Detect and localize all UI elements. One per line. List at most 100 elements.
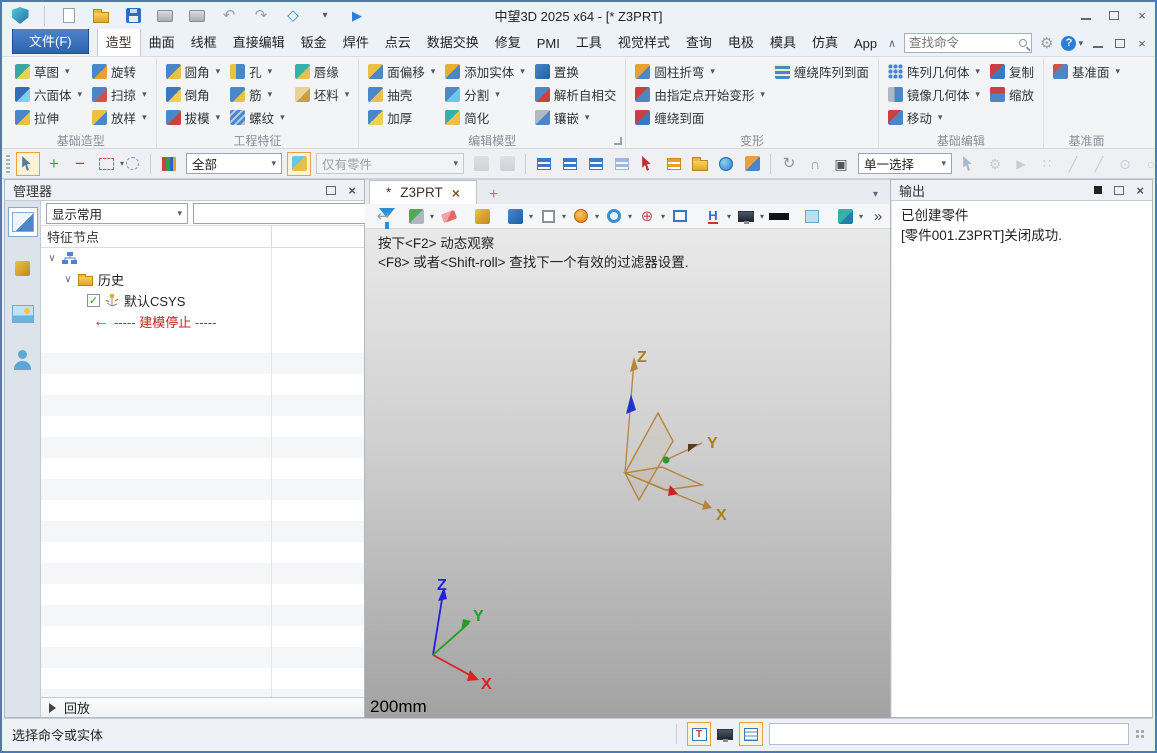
expander-icon[interactable]: ∨ bbox=[63, 274, 73, 285]
ribbon-button[interactable]: 移动 ▾ bbox=[885, 108, 983, 127]
doc-restore-button[interactable] bbox=[1113, 36, 1127, 51]
restore-button[interactable] bbox=[1107, 8, 1121, 23]
collapse-ribbon-icon[interactable]: ∧ bbox=[888, 37, 896, 50]
toolbar-button[interactable]: ∩ bbox=[803, 152, 827, 176]
ribbon-button[interactable]: 缠绕到面 bbox=[632, 108, 768, 127]
viewport-tool-button[interactable]: ▾ bbox=[503, 204, 533, 228]
ribbon-button[interactable]: 解析自相交 bbox=[532, 85, 620, 104]
qat-button[interactable] bbox=[57, 4, 81, 28]
menu-tab[interactable]: 线框 bbox=[183, 27, 225, 56]
ribbon-button[interactable]: 倒角 bbox=[163, 85, 224, 104]
toolbar-button[interactable] bbox=[469, 152, 493, 176]
ribbon-button[interactable]: 缩放 bbox=[987, 85, 1037, 104]
toolbar-button[interactable] bbox=[495, 152, 519, 176]
ribbon-button[interactable]: 加厚 bbox=[365, 108, 438, 127]
menu-tab[interactable]: 钣金 bbox=[293, 27, 335, 56]
manager-strip-button[interactable] bbox=[8, 253, 38, 283]
menu-tab[interactable]: 曲面 bbox=[141, 27, 183, 56]
panel-close-icon[interactable]: × bbox=[1136, 183, 1144, 198]
toolbar-button[interactable]: ∷ bbox=[1035, 152, 1059, 176]
dropdown-arrow-icon[interactable]: ▾ bbox=[585, 112, 590, 123]
dropdown-arrow-icon[interactable]: ▾ bbox=[345, 89, 350, 100]
ribbon-button[interactable]: 圆柱折弯 ▾ bbox=[632, 62, 768, 81]
tree-node-modeling-stop[interactable]: ← ----- 建模停止 ----- bbox=[41, 311, 364, 332]
toolbar-button[interactable]: ╱ bbox=[1061, 152, 1085, 176]
panel-close-icon[interactable]: × bbox=[348, 183, 356, 198]
dropdown-arrow-icon[interactable]: ▾ bbox=[216, 112, 221, 123]
dropdown-arrow-icon[interactable]: ▾ bbox=[760, 89, 765, 100]
separator[interactable] bbox=[44, 5, 45, 26]
ribbon-button[interactable]: 复制 bbox=[987, 62, 1037, 81]
dropdown-arrow-icon[interactable]: ▾ bbox=[142, 89, 147, 100]
ribbon-button[interactable]: 镜像几何体 ▾ bbox=[885, 85, 983, 104]
ribbon-button[interactable]: 由指定点开始变形 ▾ bbox=[632, 85, 768, 104]
status-tool-button[interactable] bbox=[713, 722, 737, 746]
toolbar-button[interactable]: ╱ bbox=[1087, 152, 1111, 176]
viewport-tool-button[interactable] bbox=[800, 204, 824, 228]
toolbar-button[interactable]: − bbox=[68, 152, 92, 176]
dropdown-arrow-icon[interactable]: ▾ bbox=[495, 89, 500, 100]
menu-tab[interactable]: 查询 bbox=[678, 27, 720, 56]
viewport-tool-button[interactable]: » bbox=[866, 204, 890, 228]
viewport-tool-button[interactable]: ↩ bbox=[371, 204, 395, 228]
help-button[interactable]: ? ▾ bbox=[1061, 35, 1083, 51]
ribbon-button[interactable]: 面偏移 ▾ bbox=[365, 62, 438, 81]
tab-close-icon[interactable]: × bbox=[452, 185, 460, 201]
toolbar-button[interactable] bbox=[120, 152, 144, 176]
dropdown-arrow-icon[interactable]: ▾ bbox=[268, 89, 273, 100]
ribbon-button[interactable]: 拉伸 bbox=[12, 108, 85, 127]
panel-restore-icon[interactable] bbox=[326, 185, 337, 195]
playback-section[interactable]: 回放 bbox=[41, 697, 364, 717]
qat-button[interactable] bbox=[8, 4, 32, 28]
qat-button[interactable] bbox=[121, 4, 145, 28]
toolbar-button[interactable]: ○ bbox=[1139, 152, 1157, 176]
manager-strip-button[interactable] bbox=[8, 299, 38, 329]
viewport-tool-button[interactable]: ⊕ ▾ bbox=[635, 204, 665, 228]
qat-button[interactable]: ↶ bbox=[217, 4, 241, 28]
menu-tab[interactable]: 视觉样式 bbox=[610, 27, 678, 56]
ribbon-button[interactable]: 扫掠 ▾ bbox=[89, 85, 150, 104]
filter-type-select[interactable]: 全部 ▾ bbox=[186, 153, 282, 174]
ribbon-button[interactable]: 阵列几何体 ▾ bbox=[885, 62, 983, 81]
dropdown-arrow-icon[interactable]: ▾ bbox=[142, 112, 147, 123]
viewport-tool-button[interactable] bbox=[437, 204, 461, 228]
ribbon-button[interactable]: 旋转 bbox=[89, 62, 150, 81]
manager-strip-button[interactable] bbox=[8, 345, 38, 375]
qat-button[interactable] bbox=[89, 4, 113, 28]
ribbon-button[interactable]: 螺纹 ▾ bbox=[227, 108, 288, 127]
ribbon-button[interactable]: 缠绕阵列到面 bbox=[772, 62, 872, 81]
viewport-tool-button[interactable] bbox=[767, 204, 791, 228]
menu-tab[interactable]: 数据交换 bbox=[419, 27, 487, 56]
entity-filter-select[interactable]: 仅有零件 ▾ bbox=[316, 153, 464, 174]
dropdown-arrow-icon[interactable]: ▾ bbox=[431, 66, 436, 77]
viewport-tool-button[interactable]: ▾ bbox=[602, 204, 632, 228]
viewport-tool-button[interactable]: ▾ bbox=[569, 204, 599, 228]
separator[interactable] bbox=[770, 153, 771, 174]
viewport-tool-button[interactable]: ▾ bbox=[701, 204, 731, 228]
menu-tab[interactable]: 直接编辑 bbox=[225, 27, 293, 56]
toolbar-button[interactable] bbox=[688, 152, 712, 176]
dropdown-arrow-icon[interactable]: ▾ bbox=[280, 112, 285, 123]
ribbon-button[interactable]: 六面体 ▾ bbox=[12, 85, 85, 104]
tree-node-history[interactable]: ∨ 历史 bbox=[41, 269, 364, 290]
menu-tab[interactable]: 点云 bbox=[377, 27, 419, 56]
doc-minimize-button[interactable] bbox=[1091, 36, 1105, 51]
settings-gear-icon[interactable]: ⚙ bbox=[1040, 34, 1053, 52]
toolbar-button[interactable]: ▾ bbox=[94, 152, 124, 176]
toolbar-button[interactable] bbox=[662, 152, 686, 176]
ribbon-button[interactable]: 唇缘 bbox=[292, 62, 353, 81]
viewport-tool-button[interactable] bbox=[470, 204, 494, 228]
dropdown-arrow-icon[interactable]: ▾ bbox=[520, 66, 525, 77]
ribbon-button[interactable]: 镶嵌 ▾ bbox=[532, 108, 620, 127]
default-csys-graphic[interactable]: Z Y X bbox=[590, 344, 770, 534]
tab-list-icon[interactable]: ▾ bbox=[873, 189, 886, 204]
toolbar-button[interactable]: ⚙ bbox=[983, 152, 1007, 176]
toolbar-button[interactable] bbox=[558, 152, 582, 176]
menu-tab[interactable]: 仿真 bbox=[804, 27, 846, 56]
ribbon-button[interactable]: 基准面 ▾ bbox=[1050, 62, 1123, 81]
ribbon-button[interactable]: 置换 bbox=[532, 62, 620, 81]
menu-tab[interactable]: 模具 bbox=[762, 27, 804, 56]
ribbon-button[interactable]: 简化 bbox=[442, 108, 528, 127]
separator[interactable] bbox=[525, 153, 526, 174]
toolbar-button[interactable]: ▣ bbox=[829, 152, 853, 176]
